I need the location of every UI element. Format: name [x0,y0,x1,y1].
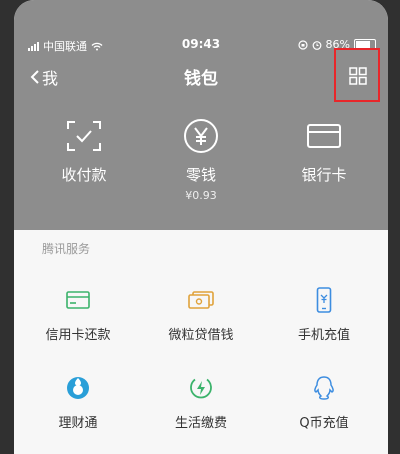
bank-card-button[interactable]: 银行卡 [264,118,384,185]
service-q-coin[interactable]: Q币充值 [262,374,386,431]
wallet-item-label: 收付款 [61,166,107,184]
service-label: 信用卡还款 [45,328,111,343]
nav-bar: 我 钱包 [14,48,388,102]
service-weili-loan[interactable]: 微粒贷借钱 [139,286,263,343]
bank-card-icon [307,124,341,148]
scan-pay-icon [67,121,101,151]
section-title: 腾讯服务 [42,242,91,256]
wallet-item-label: 零钱 [185,166,216,184]
service-label: Q币充值 [299,416,349,431]
utility-icon [190,378,212,399]
service-label: 手机充值 [297,328,350,343]
service-wealth[interactable]: 理财通 [16,374,140,431]
phone-topup-icon [316,287,332,313]
grid-icon [349,67,367,85]
change-balance-button[interactable]: 零钱 ¥0.93 [141,118,261,202]
service-phone-topup[interactable]: 手机充值 [262,286,386,343]
wallet-item-label: 银行卡 [301,166,347,184]
change-balance-amount: ¥0.93 [185,189,217,202]
phone-screen: 中国联通 09:43 86% 我 钱包 收付款 零钱 ¥0.93 银行卡 腾讯服… [14,0,388,454]
service-label: 生活缴费 [174,416,227,431]
service-label: 理财通 [58,416,98,431]
yuan-icon [184,119,218,153]
page-title: 钱包 [184,69,218,89]
alarm-icon [312,40,321,50]
wealth-icon [67,377,89,399]
wallet-row: 收付款 零钱 ¥0.93 银行卡 [14,118,388,218]
loan-icon [188,291,214,309]
service-credit-card-repay[interactable]: 信用卡还款 [16,286,140,343]
credit-card-icon [66,291,90,309]
screen: 中国联通 09:43 86% 我 钱包 收付款 零钱 ¥0.93 银行卡 腾讯服… [0,0,400,454]
status-bar: 中国联通 09:43 86% [14,36,388,54]
service-utility-bills[interactable]: 生活缴费 [139,374,263,431]
qq-coin-icon [314,376,334,400]
more-menu-button[interactable] [334,48,380,102]
rotation-lock-icon [297,39,308,50]
service-label: 微粒贷借钱 [168,328,234,343]
pay-receive-button[interactable]: 收付款 [24,118,144,185]
